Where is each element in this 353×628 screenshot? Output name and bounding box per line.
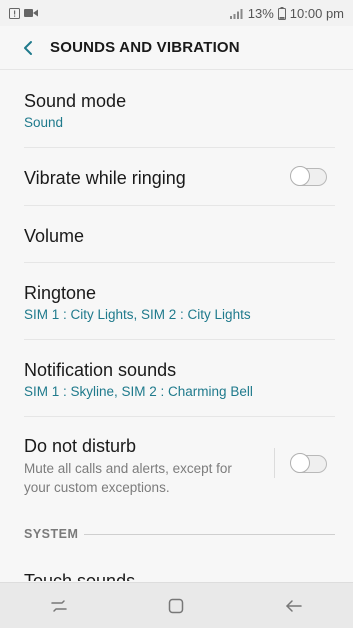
divider (24, 416, 335, 417)
notification-sounds-title: Notification sounds (24, 360, 177, 380)
touch-sounds-row[interactable]: Touch sounds (0, 570, 353, 581)
vertical-separator (274, 448, 275, 478)
volume-row[interactable]: Volume (0, 225, 353, 247)
ringtone-title: Ringtone (24, 283, 97, 303)
ringtone-row[interactable]: Ringtone SIM 1 : City Lights, SIM 2 : Ci… (0, 282, 353, 324)
divider (24, 262, 335, 263)
battery-percent: 13% (247, 5, 274, 21)
page-title: SOUNDS AND VIBRATION (50, 39, 240, 56)
do-not-disturb-toggle[interactable] (290, 453, 327, 473)
vibrate-toggle[interactable] (290, 166, 327, 186)
ringtone-value: SIM 1 : City Lights, SIM 2 : City Lights (24, 307, 251, 322)
back-icon (286, 599, 302, 612)
battery-icon (277, 6, 286, 20)
status-right: 13% 10:00 pm (229, 5, 344, 21)
sound-mode-value: Sound (24, 115, 64, 130)
toggle-knob (290, 166, 310, 186)
signal-icon (229, 8, 243, 19)
do-not-disturb-title: Do not disturb (24, 436, 137, 456)
recent-apps-icon (51, 599, 67, 612)
vibrate-title: Vibrate while ringing (24, 168, 186, 188)
divider (24, 339, 335, 340)
back-button[interactable] (8, 28, 48, 68)
warning-box-icon (9, 7, 20, 19)
divider (24, 147, 335, 148)
recent-apps-button[interactable] (29, 586, 89, 626)
navigation-bar (0, 582, 353, 628)
system-back-button[interactable] (264, 586, 324, 626)
sound-mode-row[interactable]: Sound mode Sound (0, 90, 353, 132)
touch-sounds-title: Touch sounds (24, 571, 136, 581)
section-header-system: SYSTEM (24, 527, 79, 541)
do-not-disturb-description: Mute all calls and alerts, except for yo… (24, 461, 232, 495)
volume-title: Volume (24, 226, 85, 246)
clock: 10:00 pm (289, 5, 344, 21)
video-icon (24, 9, 38, 17)
notification-sounds-row[interactable]: Notification sounds SIM 1 : Skyline, SIM… (0, 359, 353, 401)
status-bar: 13% 10:00 pm (0, 0, 353, 26)
app-header: SOUNDS AND VIBRATION (0, 26, 353, 70)
settings-list[interactable]: Sound mode Sound Vibrate while ringing V… (0, 71, 353, 581)
sound-mode-title: Sound mode (24, 91, 127, 111)
chevron-left-icon (24, 40, 32, 55)
toggle-knob (290, 453, 310, 473)
section-divider (84, 534, 335, 535)
status-left (9, 7, 38, 19)
divider (24, 205, 335, 206)
home-icon (169, 598, 184, 613)
home-button[interactable] (146, 586, 206, 626)
notification-sounds-value: SIM 1 : Skyline, SIM 2 : Charming Bell (24, 384, 253, 399)
